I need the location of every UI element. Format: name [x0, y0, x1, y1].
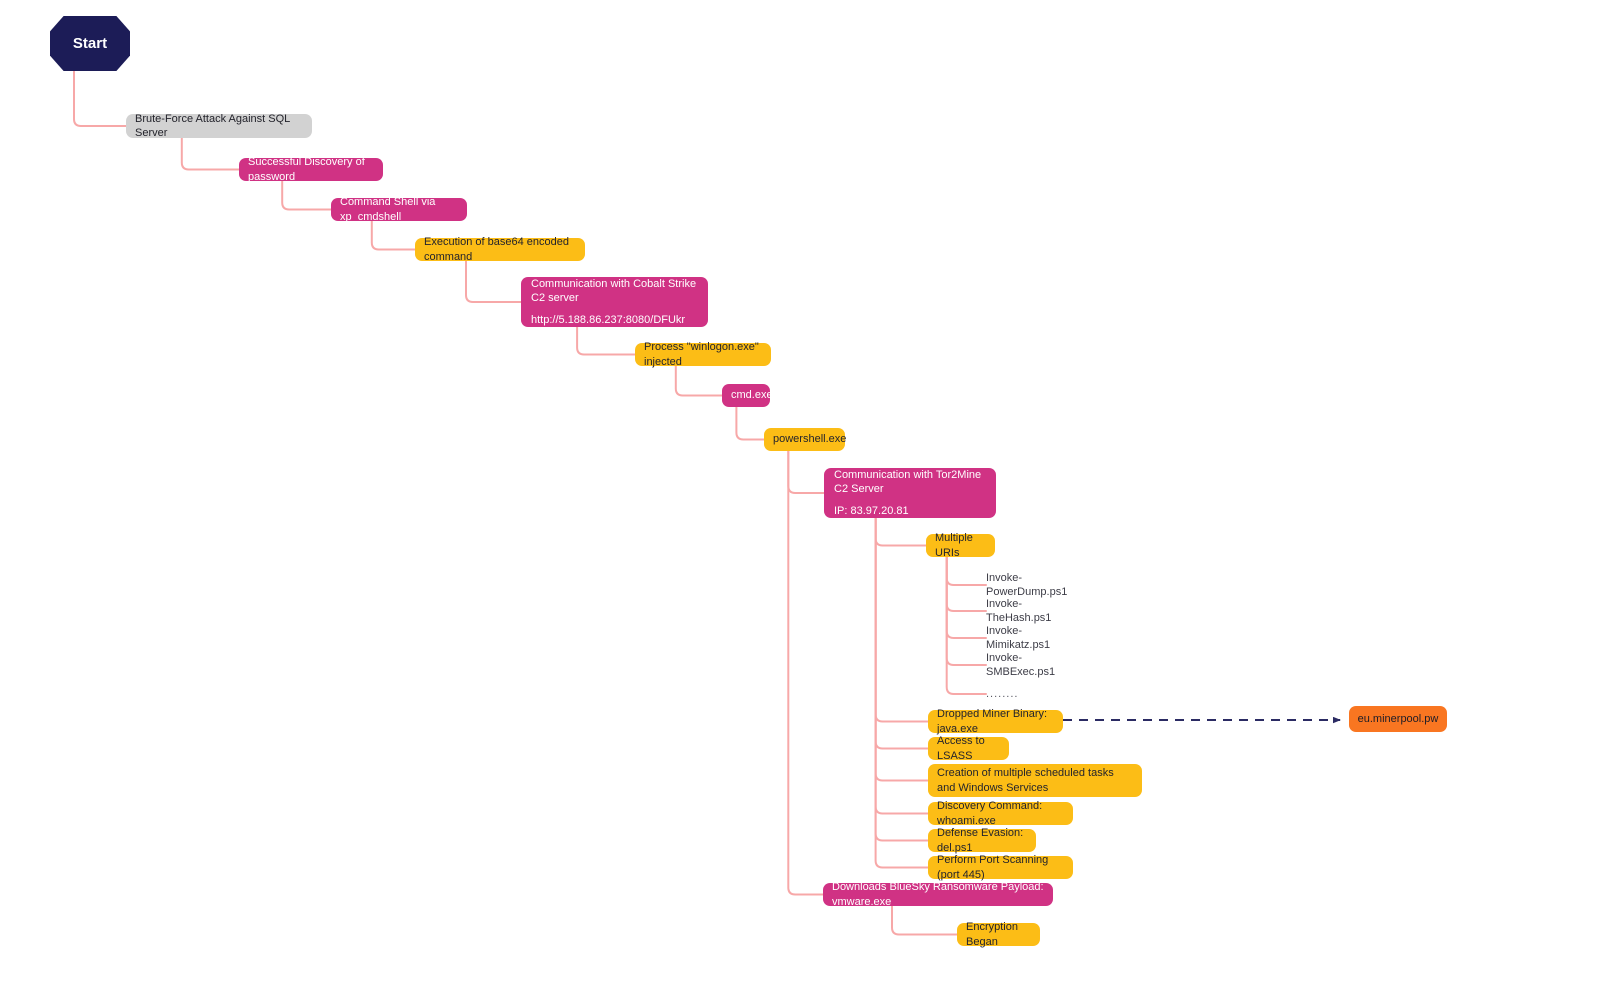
node-label: Access to LSASS: [937, 735, 988, 762]
node-label: powershell.exe: [773, 433, 847, 446]
node-label: Invoke-SMBExec.ps1: [986, 651, 1056, 678]
node-label: Multiple URIs: [935, 532, 976, 559]
node-label: Invoke-PowerDump.ps1: [986, 571, 1068, 598]
node-label: Downloads BlueSky Ransomware Payload: vm…: [832, 881, 1047, 908]
connector-multiple-uris-to-uri-powerdump: [945, 556, 987, 586]
node-uri-powerdump[interactable]: Invoke-PowerDump.ps1: [986, 572, 1096, 598]
node-label: Dropped Miner Binary: java.exe: [937, 708, 1051, 735]
node-uri-more[interactable]: ........: [986, 687, 1030, 701]
node-label: Command Shell via xp_cmdshell: [340, 196, 439, 223]
node-label: Communication with Tor2Mine C2 Server: [834, 468, 985, 495]
connector-tor2mine-c2-to-defense-evasion: [874, 517, 929, 842]
node-label: Invoke-Mimikatz.ps1: [986, 624, 1051, 651]
node-encryption-began[interactable]: Encryption Began: [957, 921, 1040, 948]
node-label: cmd.exe: [731, 389, 773, 402]
node-access-lsass[interactable]: Access to LSASS: [928, 735, 1009, 762]
connector-multiple-uris-to-uri-more: [945, 556, 987, 695]
edge-layer: [73, 70, 1341, 936]
connector-multiple-uris-to-uri-smbexec: [945, 556, 987, 666]
node-label: Discovery Command: whoami.exe: [937, 800, 1046, 827]
node-scheduled-tasks[interactable]: Creation of multiple scheduled tasks and…: [928, 764, 1142, 797]
connector-tor2mine-c2-to-access-lsass: [874, 517, 929, 750]
node-base64-command[interactable]: Execution of base64 encoded command: [415, 236, 585, 263]
connector-winlogon-injected-to-cmd-exe: [674, 365, 723, 397]
connector-tor2mine-c2-to-dropped-miner: [874, 517, 929, 723]
node-winlogon-injected[interactable]: Process "winlogon.exe" injected: [635, 341, 771, 368]
connector-bluesky-payload-to-encryption-began: [891, 905, 958, 936]
node-minerpool[interactable]: eu.minerpool.pw: [1349, 706, 1447, 732]
node-label: Creation of multiple scheduled tasks and…: [937, 767, 1117, 794]
node-sublabel: IP: 83.97.20.81: [834, 505, 909, 518]
connector-multiple-uris-to-uri-mimikatz: [945, 556, 987, 639]
node-start[interactable]: Start: [50, 16, 130, 71]
connector-password-discovery-to-xp-cmdshell: [281, 180, 332, 211]
connector-base64-command-to-cobalt-strike-c2: [465, 260, 522, 303]
node-brute-force[interactable]: Brute-Force Attack Against SQL Server: [126, 112, 312, 139]
node-label: Defense Evasion: del.ps1: [937, 827, 1027, 854]
node-label: Successful Discovery of password: [248, 156, 368, 183]
node-label: ........: [986, 687, 1019, 700]
connector-tor2mine-c2-to-scheduled-tasks: [874, 517, 929, 782]
node-password-discovery[interactable]: Successful Discovery of password: [239, 156, 383, 183]
node-multiple-uris[interactable]: Multiple URIs: [926, 532, 995, 559]
node-label: Process "winlogon.exe" injected: [644, 341, 762, 368]
connector-powershell-exe-to-tor2mine-c2: [787, 450, 825, 494]
node-label: Invoke-TheHash.ps1: [986, 597, 1052, 624]
node-xp-cmdshell[interactable]: Command Shell via xp_cmdshell: [331, 196, 467, 223]
node-cmd-exe[interactable]: cmd.exe: [722, 384, 773, 407]
connector-start-to-brute-force: [73, 70, 127, 127]
node-discovery-whoami[interactable]: Discovery Command: whoami.exe: [928, 800, 1073, 827]
node-cobalt-strike-c2[interactable]: Communication with Cobalt Strike C2 serv…: [521, 277, 708, 327]
connector-powershell-exe-to-bluesky-payload: [787, 450, 824, 896]
node-label: Perform Port Scanning (port 445): [937, 854, 1052, 881]
node-label: Communication with Cobalt Strike C2 serv…: [531, 277, 700, 304]
connector-brute-force-to-password-discovery: [180, 137, 240, 171]
connector-multiple-uris-to-uri-thehash: [945, 556, 987, 612]
connector-cmd-exe-to-powershell-exe: [735, 406, 765, 441]
connector-cobalt-strike-c2-to-winlogon-injected: [576, 326, 636, 356]
node-uri-thehash[interactable]: Invoke-TheHash.ps1: [986, 598, 1086, 624]
node-label: Brute-Force Attack Against SQL Server: [135, 112, 293, 139]
node-label: eu.minerpool.pw: [1357, 712, 1439, 725]
node-bluesky-payload[interactable]: Downloads BlueSky Ransomware Payload: vm…: [823, 881, 1053, 908]
node-label: Start: [72, 34, 108, 52]
node-tor2mine-c2[interactable]: Communication with Tor2Mine C2 Server IP:…: [824, 468, 996, 518]
node-label: Execution of base64 encoded command: [424, 236, 573, 263]
connector-xp-cmdshell-to-base64-command: [370, 220, 416, 251]
node-label: Encryption Began: [966, 921, 1022, 948]
node-uri-smbexec[interactable]: Invoke-SMBExec.ps1: [986, 652, 1086, 678]
connector-tor2mine-c2-to-discovery-whoami: [874, 517, 929, 815]
node-defense-evasion[interactable]: Defense Evasion: del.ps1: [928, 827, 1036, 854]
node-port-scanning[interactable]: Perform Port Scanning (port 445): [928, 854, 1073, 881]
connector-tor2mine-c2-to-multiple-uris: [874, 517, 927, 547]
connector-tor2mine-c2-to-port-scanning: [874, 517, 929, 869]
node-dropped-miner[interactable]: Dropped Miner Binary: java.exe: [928, 708, 1063, 735]
node-uri-mimikatz[interactable]: Invoke-Mimikatz.ps1: [986, 625, 1086, 651]
node-sublabel: http://5.188.86.237:8080/DFUkr: [531, 314, 686, 327]
node-powershell-exe[interactable]: powershell.exe: [764, 428, 847, 451]
attack-chain-diagram: Start Brute-Force Attack Against SQL Serv…: [0, 0, 1609, 989]
